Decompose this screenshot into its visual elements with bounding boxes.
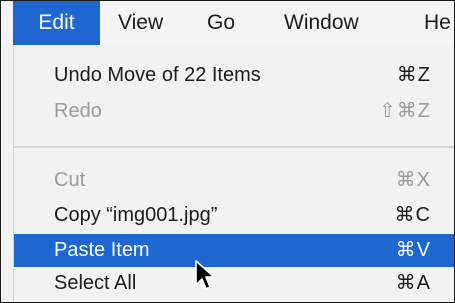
menu-separator [14, 146, 454, 148]
menu-item-select-all-label: Select All [54, 272, 137, 294]
menu-item-redo-label: Redo [54, 100, 102, 122]
menu-item-cut-label: Cut [54, 169, 86, 191]
menu-item-copy-shortcut: ⌘C [394, 204, 431, 226]
menu-item-paste-item-label: Paste Item [54, 239, 150, 261]
menubar-go[interactable]: Go [207, 1, 235, 45]
menu-item-redo: Redo ⇧⌘Z [14, 95, 454, 128]
menu-item-paste-item[interactable]: Paste Item ⌘V [14, 234, 454, 267]
menu-item-undo-label: Undo Move of 22 Items [54, 64, 261, 86]
menu-item-paste-item-shortcut: ⌘V [395, 239, 431, 261]
menubar-help[interactable]: He [424, 1, 451, 45]
menubar-view[interactable]: View [118, 1, 163, 45]
menu-item-cut: Cut ⌘X [14, 164, 454, 197]
menubar-window[interactable]: Window [284, 1, 359, 45]
arrow-cursor-icon [195, 260, 215, 290]
menubar-edit[interactable]: Edit [13, 1, 100, 45]
menu-item-redo-shortcut: ⇧⌘Z [379, 100, 431, 122]
menu-bar: Edit View Go Window He [1, 1, 454, 45]
menu-item-undo-shortcut: ⌘Z [396, 64, 431, 86]
edit-menu-dropdown: Undo Move of 22 Items ⌘Z Redo ⇧⌘Z Cut ⌘X… [13, 45, 454, 302]
menu-item-select-all-shortcut: ⌘A [395, 272, 431, 294]
menu-item-copy-label: Copy “img001.jpg” [54, 204, 218, 226]
menu-item-cut-shortcut: ⌘X [395, 169, 431, 191]
screenshot-frame: Edit View Go Window He Undo Move of 22 I… [0, 0, 455, 303]
menu-item-undo[interactable]: Undo Move of 22 Items ⌘Z [14, 59, 454, 92]
menu-item-copy[interactable]: Copy “img001.jpg” ⌘C [14, 199, 454, 232]
menu-item-select-all[interactable]: Select All ⌘A [14, 267, 454, 300]
